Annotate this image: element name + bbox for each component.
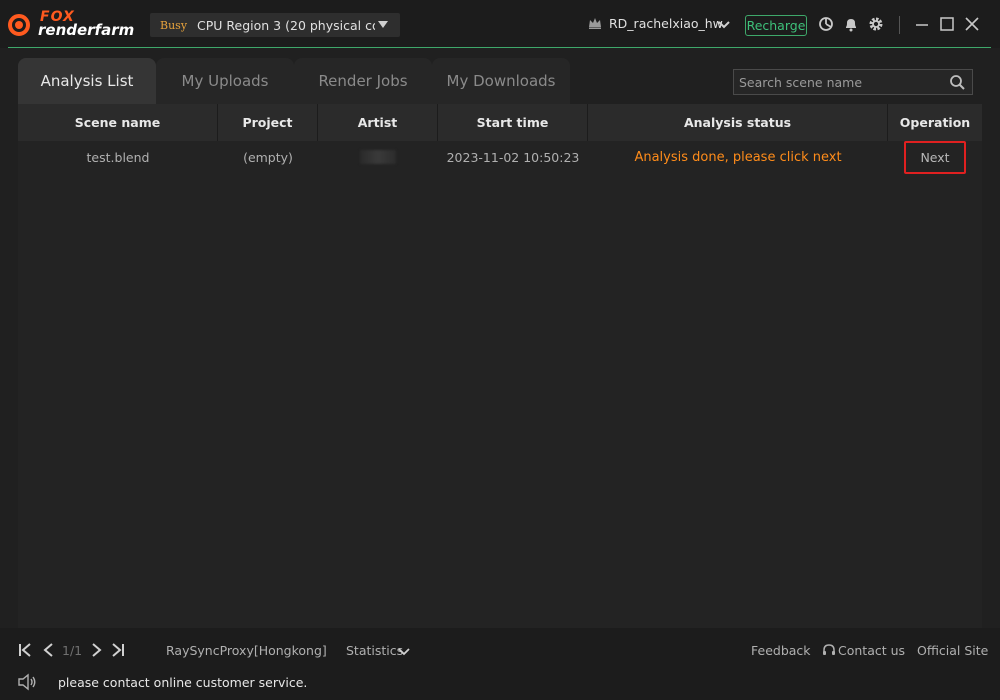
cell-start-time: 2023-11-02 10:50:23 <box>446 149 580 165</box>
region-selector[interactable]: Busy CPU Region 3 (20 physical cores) <box>150 13 400 37</box>
bell-icon[interactable] <box>843 16 859 32</box>
chevron-down-icon[interactable] <box>398 645 410 657</box>
chevron-down-icon[interactable] <box>718 18 730 30</box>
cell-scene-name: test.blend <box>86 149 150 165</box>
user-menu[interactable]: RD_rachelxiao_hw <box>609 16 723 31</box>
previous-page-icon[interactable] <box>41 642 57 658</box>
first-page-icon[interactable] <box>18 642 34 658</box>
logo-mark-icon <box>8 14 30 36</box>
tab-my-uploads[interactable]: My Uploads <box>156 58 294 104</box>
crown-icon <box>589 18 601 29</box>
column-header-project[interactable]: Project <box>218 104 318 141</box>
column-header-scene-name[interactable]: Scene name <box>18 104 218 141</box>
column-header-artist[interactable]: Artist <box>318 104 438 141</box>
main-tabs: Analysis List My Uploads Render Jobs My … <box>18 58 570 104</box>
official-site-link[interactable]: Official Site <box>917 643 988 658</box>
speaker-icon <box>18 673 36 691</box>
artist-redacted <box>360 150 396 164</box>
minimize-icon[interactable] <box>914 16 930 32</box>
last-page-icon[interactable] <box>109 642 125 658</box>
notice-text: please contact online customer service. <box>58 675 308 690</box>
cell-analysis-status: Analysis done, please click next <box>634 149 842 165</box>
cell-operation: Next <box>888 140 982 174</box>
region-label: CPU Region 3 (20 physical cores) <box>197 17 375 33</box>
next-button[interactable]: Next <box>904 140 966 174</box>
column-header-start-time[interactable]: Start time <box>438 104 588 141</box>
search-icon[interactable] <box>949 74 966 91</box>
table-row[interactable]: test.blend (empty) 2023-11-02 10:50:23 A… <box>18 140 982 174</box>
column-header-operation[interactable]: Operation <box>888 104 982 141</box>
maximize-icon[interactable] <box>939 16 955 32</box>
table-header: Scene name Project Artist Start time Ana… <box>18 104 982 141</box>
title-bar: FOX renderfarm Busy CPU Region 3 (20 phy… <box>0 0 1000 48</box>
close-icon[interactable] <box>964 16 980 32</box>
contact-us-link[interactable]: Contact us <box>838 643 905 658</box>
tab-my-downloads[interactable]: My Downloads <box>432 58 570 104</box>
window-controls-divider <box>899 16 900 34</box>
feedback-link[interactable]: Feedback <box>751 643 811 658</box>
tab-render-jobs[interactable]: Render Jobs <box>294 58 432 104</box>
next-page-icon[interactable] <box>88 642 104 658</box>
proxy-label[interactable]: RaySyncProxy[Hongkong] <box>166 643 327 658</box>
chevron-down-icon <box>378 21 388 28</box>
cell-artist <box>318 141 438 173</box>
headset-icon[interactable] <box>822 643 836 657</box>
search-input[interactable] <box>734 74 944 90</box>
pie-chart-icon[interactable] <box>818 16 834 32</box>
app-logo: FOX renderfarm <box>8 10 138 40</box>
region-status-badge: Busy <box>160 18 188 32</box>
column-header-analysis-status[interactable]: Analysis status <box>588 104 888 141</box>
gear-icon[interactable] <box>868 16 884 32</box>
tab-analysis-list[interactable]: Analysis List <box>18 58 156 104</box>
page-indicator: 1/1 <box>62 643 83 658</box>
title-bar-accent-line <box>8 47 991 48</box>
analysis-table: Scene name Project Artist Start time Ana… <box>18 104 982 628</box>
cell-project: (empty) <box>243 149 293 165</box>
search-box <box>733 69 973 95</box>
recharge-button[interactable]: Recharge <box>745 15 807 36</box>
logo-text-renderfarm: renderfarm <box>38 21 135 39</box>
statistics-menu[interactable]: Statistics <box>346 643 403 658</box>
